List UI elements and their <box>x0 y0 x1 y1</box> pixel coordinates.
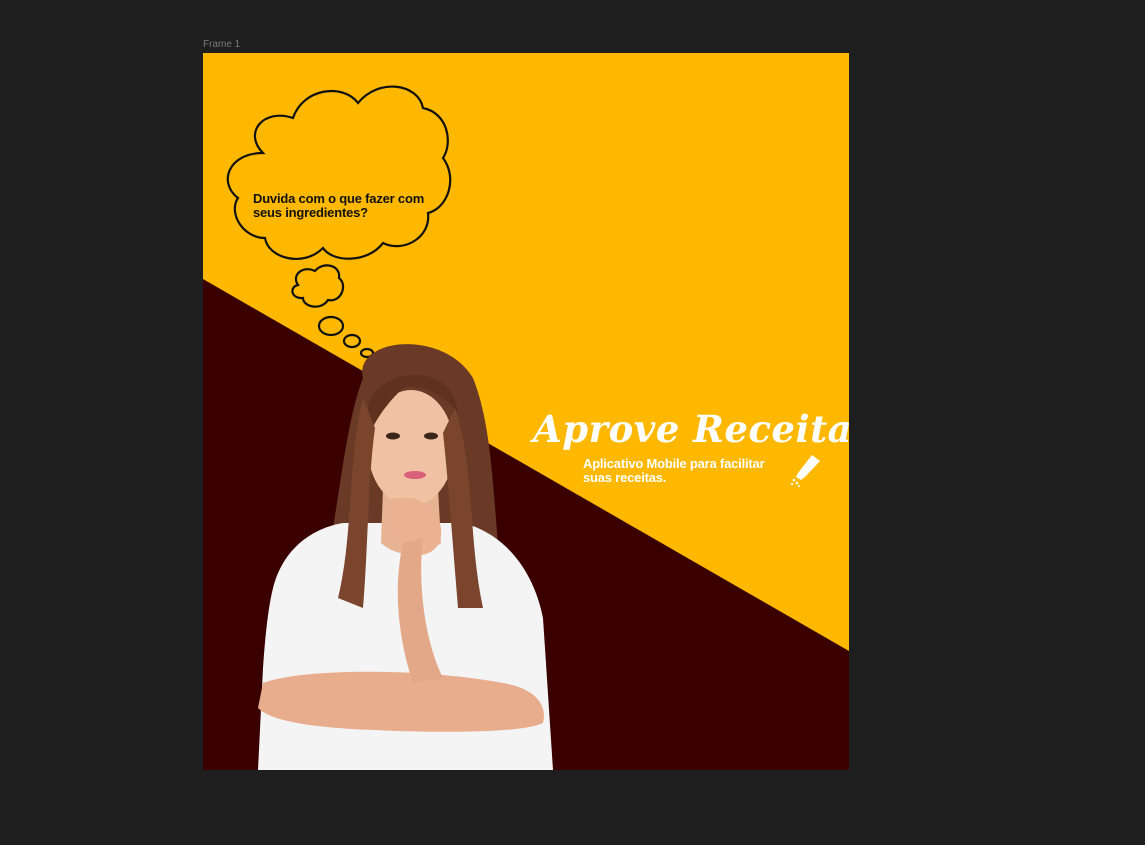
woman-illustration <box>258 344 553 770</box>
app-subtitle: Aplicativo Mobile para facilitar suas re… <box>583 456 765 485</box>
thought-bubble-text: Duvida com o que fazer com seus ingredie… <box>253 191 425 220</box>
design-frame[interactable]: Duvida com o que fazer com seus ingredie… <box>203 53 849 770</box>
right-eye <box>424 432 438 440</box>
app-title: Aprove Receitas <box>533 407 849 451</box>
left-eye <box>386 432 400 440</box>
frame-label[interactable]: Frame 1 <box>203 39 240 50</box>
lips <box>404 471 426 479</box>
pencil-icon <box>790 455 820 487</box>
